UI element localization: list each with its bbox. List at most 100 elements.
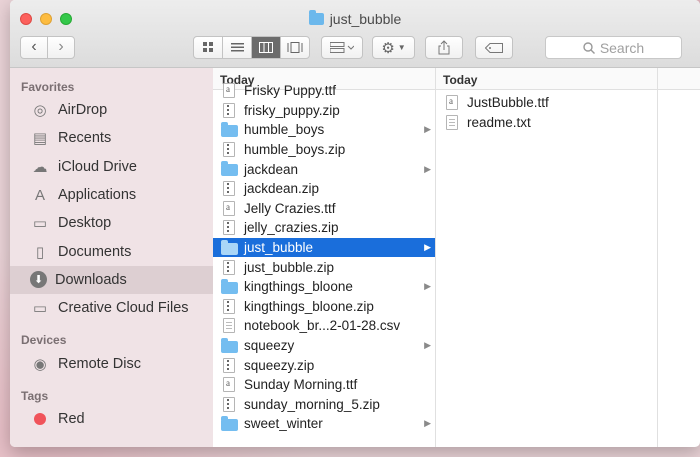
column-view-button[interactable] <box>252 37 281 58</box>
tags-list: Red <box>10 405 213 433</box>
column-header-empty <box>658 68 700 90</box>
folder-icon <box>220 337 238 353</box>
sidebar-item-red[interactable]: Red <box>10 405 213 433</box>
documents-icon: ▯ <box>35 243 45 261</box>
disc-icon: ◉ <box>33 355 47 373</box>
file-row[interactable]: jackdean.zip <box>213 179 435 199</box>
file-row[interactable]: JustBubble.ttf <box>436 93 657 113</box>
forward-button[interactable]: › <box>48 37 74 58</box>
file-name: readme.txt <box>467 114 531 130</box>
search-icon <box>583 41 595 54</box>
file-row[interactable]: kingthings_bloone.zip <box>213 297 435 317</box>
column-empty <box>658 68 700 447</box>
share-button[interactable] <box>425 36 463 59</box>
file-row[interactable]: Jelly Crazies.ttf <box>213 199 435 219</box>
file-name: notebook_br...2-01-28.csv <box>244 318 401 334</box>
file-row[interactable]: humble_boys.zip <box>213 140 435 160</box>
file-name: humble_boys <box>244 122 325 138</box>
back-button[interactable]: ‹ <box>21 37 48 58</box>
file-name: squeezy.zip <box>244 357 315 373</box>
sidebar-item-remote-disc[interactable]: ◉ Remote Disc <box>10 349 213 377</box>
folder-icon: ▭ <box>32 300 48 318</box>
search-field[interactable]: Search <box>545 36 682 59</box>
sidebar-heading-favorites: Favorites <box>21 80 75 94</box>
sidebar-item-icloud-drive[interactable]: ☁ iCloud Drive <box>10 153 213 181</box>
zip-file-icon <box>220 181 238 197</box>
disclosure-arrow-icon: ▶ <box>424 242 431 253</box>
sidebar: Favorites ◎ AirDrop ▤ Recents ☁ iCloud Drive A… <box>10 68 213 447</box>
file-list: JustBubble.ttf readme.txt <box>436 90 657 132</box>
file-row[interactable]: squeezy.zip <box>213 355 435 375</box>
favorites-list: ◎ AirDrop ▤ Recents ☁ iCloud Drive A Applicatio… <box>10 96 213 322</box>
folder-row[interactable]: sweet_winter ▶ <box>213 414 435 434</box>
sidebar-item-applications[interactable]: A Applications <box>10 181 213 209</box>
gallery-view-icon <box>287 42 303 53</box>
file-name: humble_boys.zip <box>244 142 346 158</box>
file-row[interactable]: Sunday Morning.ttf <box>213 375 435 395</box>
file-row[interactable]: Frisky Puppy.ttf <box>213 81 435 101</box>
window-title-text: just_bubble <box>329 11 402 27</box>
sidebar-item-airdrop[interactable]: ◎ AirDrop <box>10 96 213 124</box>
file-name: kingthings_bloone <box>244 279 353 295</box>
file-name: just_bubble <box>244 240 314 256</box>
file-row[interactable]: jelly_crazies.zip <box>213 218 435 238</box>
file-row[interactable]: readme.txt <box>436 113 657 133</box>
icon-view-button[interactable] <box>194 37 223 58</box>
column-view-icon <box>259 42 273 53</box>
sidebar-item-recents[interactable]: ▤ Recents <box>10 124 213 152</box>
sidebar-item-label: Desktop <box>58 215 112 232</box>
search-placeholder: Search <box>599 39 645 56</box>
disclosure-arrow-icon: ▶ <box>424 281 431 292</box>
folder-icon <box>220 121 238 137</box>
sidebar-item-label: Downloads <box>55 271 127 288</box>
list-view-button[interactable] <box>223 37 252 58</box>
folder-row[interactable]: kingthings_bloone ▶ <box>213 277 435 297</box>
column-just-bubble: Today JustBubble.ttf readme.txt <box>436 68 658 447</box>
desktop-icon: ▭ <box>32 215 48 233</box>
file-name: frisky_puppy.zip <box>244 102 340 118</box>
disclosure-arrow-icon: ▶ <box>424 340 431 351</box>
disclosure-arrow-icon: ▶ <box>424 163 431 174</box>
file-list: Frisky Puppy.ttf frisky_puppy.zip humble_b… <box>213 81 435 434</box>
sidebar-item-label: AirDrop <box>58 102 108 119</box>
action-button[interactable]: ⚙ ▼ <box>372 36 415 59</box>
zip-file-icon <box>220 102 238 118</box>
file-name: Jelly Crazies.ttf <box>244 200 336 216</box>
gear-icon: ⚙ <box>381 39 395 57</box>
icon-view-icon <box>202 42 213 52</box>
tag-button[interactable] <box>475 36 513 59</box>
arrange-button[interactable] <box>321 36 363 59</box>
folder-icon <box>308 10 324 25</box>
sidebar-item-downloads[interactable]: ⬇ Downloads <box>10 265 213 295</box>
applications-icon: A <box>34 186 45 204</box>
folder-row[interactable]: just_bubble ▶ <box>213 237 435 258</box>
sidebar-item-creative-cloud-files[interactable]: ▭ Creative Cloud Files <box>10 294 213 322</box>
file-name: jackdean <box>244 161 299 177</box>
file-name: sunday_morning_5.zip <box>244 396 380 412</box>
sidebar-item-documents[interactable]: ▯ Documents <box>10 237 213 265</box>
zip-file-icon <box>220 142 238 158</box>
folder-row[interactable]: jackdean ▶ <box>213 159 435 179</box>
sidebar-item-label: Documents <box>58 243 132 260</box>
list-view-icon <box>230 43 244 52</box>
folder-row[interactable]: humble_boys ▶ <box>213 120 435 140</box>
file-name: sweet_winter <box>244 416 323 432</box>
file-row[interactable]: sunday_morning_5.zip <box>213 395 435 415</box>
zip-file-icon <box>220 396 238 412</box>
font-file-icon <box>220 83 238 99</box>
gallery-view-button[interactable] <box>281 37 309 58</box>
tag-icon <box>485 42 503 53</box>
zip-file-icon <box>220 220 238 236</box>
sidebar-item-label: iCloud Drive <box>58 158 137 175</box>
folder-row[interactable]: squeezy ▶ <box>213 336 435 356</box>
file-row[interactable]: frisky_puppy.zip <box>213 101 435 121</box>
file-row[interactable]: just_bubble.zip <box>213 257 435 277</box>
disclosure-arrow-icon: ▶ <box>424 418 431 429</box>
view-mode-buttons <box>193 36 310 59</box>
file-name: jackdean.zip <box>244 181 320 197</box>
file-row[interactable]: notebook_br...2-01-28.csv <box>213 316 435 336</box>
sidebar-heading-tags: Tags <box>21 388 49 403</box>
navigation-buttons: ‹ › <box>20 36 75 59</box>
sidebar-item-desktop[interactable]: ▭ Desktop <box>10 209 213 237</box>
disclosure-arrow-icon: ▶ <box>424 124 431 135</box>
